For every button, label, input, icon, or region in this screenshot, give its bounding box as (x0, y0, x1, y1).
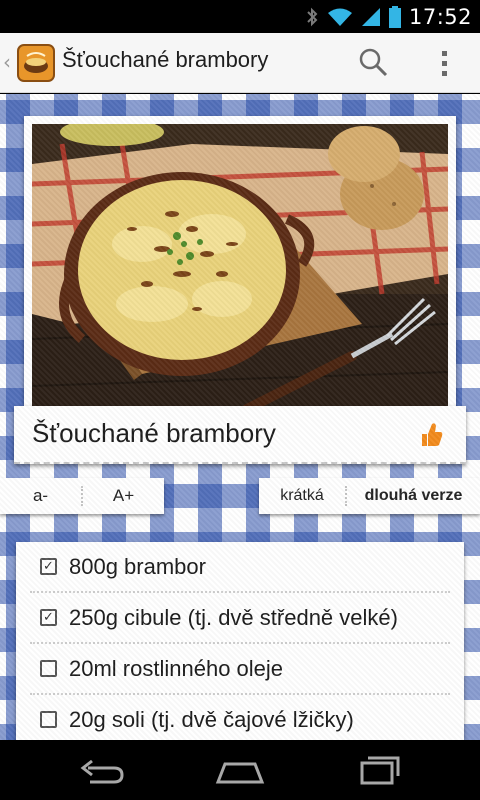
status-time: 17:52 (408, 4, 472, 29)
back-icon[interactable] (70, 750, 130, 790)
app-logo-icon (17, 44, 55, 82)
action-bar-title: Šťouchané brambory (62, 47, 269, 72)
recipe-photo-card (24, 116, 456, 428)
battery-icon (388, 5, 401, 28)
ingredient-checkbox[interactable] (40, 711, 57, 728)
action-bar: ‹ Šťouchané brambory (0, 33, 480, 93)
short-version-button[interactable]: krátká (259, 487, 345, 505)
navigation-bar (0, 740, 480, 800)
version-toggle: krátká dlouhá verze (259, 478, 480, 514)
ingredient-checkbox[interactable] (40, 660, 57, 677)
ingredients-list: ✓ 800g brambor ✓ 250g cibule (tj. dvě st… (16, 542, 464, 740)
recipe-title-card: Šťouchané brambory (14, 406, 466, 464)
ingredient-text: 250g cibule (tj. dvě středně velké) (69, 604, 398, 630)
long-version-button[interactable]: dlouhá verze (347, 487, 480, 505)
ingredient-checkbox-checked[interactable]: ✓ (40, 558, 57, 575)
recent-apps-icon[interactable] (350, 750, 410, 790)
overflow-menu-icon[interactable] (432, 45, 456, 81)
recipe-detail[interactable]: Šťouchané brambory a- A+ krátká dlouhá v… (0, 94, 480, 740)
ingredient-checkbox-checked[interactable]: ✓ (40, 609, 57, 626)
ingredient-row[interactable]: ✓ 250g cibule (tj. dvě středně velké) (30, 593, 450, 644)
status-bar: 17:52 (0, 0, 480, 33)
ingredient-text: 800g brambor (69, 553, 206, 579)
font-increase-button[interactable]: A+ (83, 486, 164, 506)
font-size-controls: a- A+ (0, 478, 164, 514)
wifi-icon (327, 8, 352, 26)
ingredient-text: 20g soli (tj. dvě čajové lžičky) (69, 706, 354, 732)
ingredient-row[interactable]: 20ml rostlinného oleje (30, 644, 450, 695)
thumbs-up-icon[interactable] (420, 420, 444, 448)
recipe-photo (32, 124, 448, 420)
ingredient-row[interactable]: ✓ 800g brambor (30, 542, 450, 593)
up-chevron-icon: ‹ (3, 50, 11, 74)
home-icon[interactable] (210, 750, 270, 790)
ingredient-text: 20ml rostlinného oleje (69, 655, 284, 681)
ingredient-row[interactable]: 20g soli (tj. dvě čajové lžičky) (30, 695, 450, 740)
bluetooth-icon (307, 7, 318, 26)
search-icon[interactable] (354, 43, 394, 83)
recipe-title: Šťouchané brambory (32, 418, 276, 448)
font-decrease-button[interactable]: a- (0, 486, 81, 506)
signal-icon (361, 7, 380, 26)
